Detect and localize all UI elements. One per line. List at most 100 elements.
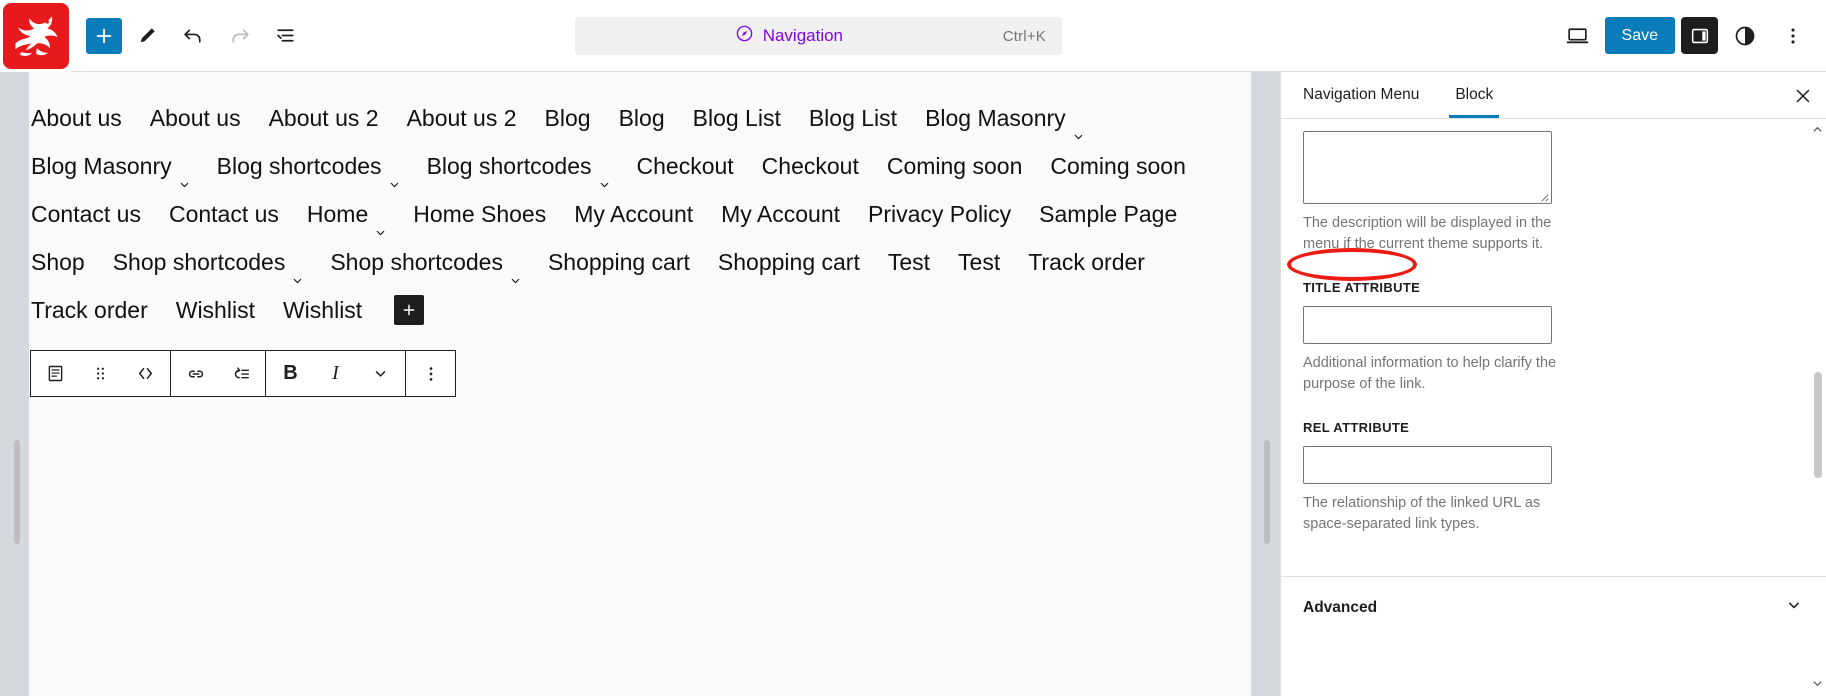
nav-menu-item-label: Sample Page [1039, 201, 1178, 227]
description-help-text: The description will be displayed in the… [1303, 215, 1552, 252]
italic-button[interactable]: I [313, 351, 358, 396]
inspector-tab-list: Navigation Menu Block [1281, 72, 1826, 119]
list-view-button[interactable] [264, 15, 306, 57]
nav-menu-item[interactable]: Blog shortcodes [217, 142, 399, 190]
nav-menu-item[interactable]: My Account [721, 190, 840, 238]
nav-menu-item-label: Blog [618, 105, 665, 131]
nav-menu-item[interactable]: About us 2 [407, 94, 517, 142]
nav-menu-item[interactable]: Blog List [809, 94, 897, 142]
site-icon-button[interactable] [0, 0, 72, 72]
submenu-icon[interactable] [218, 351, 263, 396]
wordpress-site-editor: Navigation Ctrl+K Save About us About us… [0, 0, 1826, 696]
close-icon[interactable] [1779, 72, 1826, 119]
nav-menu-item[interactable]: Wishlist [283, 286, 362, 334]
nav-menu-item[interactable]: About us [31, 94, 122, 142]
tab-block[interactable]: Block [1437, 72, 1511, 118]
nav-menu-item[interactable]: Track order [31, 286, 148, 334]
nav-menu-item[interactable]: Sample Page [1039, 190, 1177, 238]
append-block-button[interactable] [394, 295, 425, 325]
edit-pencil-tool[interactable] [126, 15, 168, 57]
nav-menu-item[interactable]: Privacy Policy [868, 190, 1011, 238]
editor-top-bar: Navigation Ctrl+K Save [0, 0, 1826, 72]
block-type-page-icon[interactable] [33, 351, 78, 396]
title-attribute-help-text: Additional information to help clarify t… [1303, 355, 1557, 392]
add-block-button[interactable] [86, 17, 122, 54]
nav-menu-item-label: My Account [721, 201, 841, 227]
nav-menu-item[interactable]: Home Shoes [413, 190, 546, 238]
nav-menu-item[interactable]: About us [150, 94, 241, 142]
nav-menu-item[interactable]: Test [958, 238, 1000, 286]
nav-menu-item[interactable]: Checkout [762, 142, 859, 190]
nav-menu-item-label: Blog List [808, 105, 898, 131]
nav-menu-item-label: Track order [1028, 249, 1145, 275]
settings-sidebar-icon[interactable] [1681, 17, 1718, 54]
inspector-scroll-up-arrow[interactable] [1810, 122, 1824, 136]
more-rich-text-chevron-icon[interactable] [358, 351, 403, 396]
nav-menu-item-label: Shopping cart [547, 249, 690, 275]
nav-menu-item[interactable]: Contact us [169, 190, 279, 238]
nav-menu-item[interactable]: Shop [31, 238, 85, 286]
nav-menu-item-label: About us [149, 105, 241, 131]
nav-menu-item[interactable]: Track order [1028, 238, 1145, 286]
block-toolbar-group-options [406, 351, 455, 396]
nav-menu-item[interactable]: Home [307, 190, 385, 238]
nav-menu-item-label: Shop shortcodes [330, 249, 503, 275]
nav-menu-item[interactable]: Shopping cart [718, 238, 860, 286]
inspector-scrollbar-thumb[interactable] [1814, 372, 1822, 478]
nav-menu-item[interactable]: Wishlist [176, 286, 255, 334]
command-center-button[interactable]: Navigation Ctrl+K [575, 17, 1062, 55]
nav-menu-item[interactable]: Test [888, 238, 930, 286]
nav-menu-item-label: Track order [31, 297, 148, 323]
chevron-down-icon [178, 159, 189, 187]
nav-menu-item[interactable]: Coming soon [1050, 142, 1186, 190]
nav-menu-item[interactable]: About us 2 [269, 94, 379, 142]
nav-menu-item[interactable]: Blog Masonry [31, 142, 189, 190]
nav-menu-item[interactable]: Blog Masonry [925, 94, 1083, 142]
nav-menu-item[interactable]: Shopping cart [548, 238, 690, 286]
undo-button[interactable] [172, 15, 214, 57]
nav-menu-item[interactable]: Coming soon [887, 142, 1023, 190]
nav-menu-item[interactable]: My Account [574, 190, 693, 238]
nav-menu-item[interactable]: Blog shortcodes [427, 142, 609, 190]
block-options-ellipsis-icon[interactable] [408, 351, 453, 396]
drag-handle-icon[interactable] [78, 351, 123, 396]
nav-menu-item[interactable]: Contact us [31, 190, 141, 238]
nav-menu-item-label: Blog Masonry [925, 105, 1066, 131]
nav-menu-item[interactable]: Checkout [637, 142, 734, 190]
nav-menu-item[interactable]: Blog [545, 94, 591, 142]
save-button[interactable]: Save [1604, 17, 1675, 54]
nav-menu-item-label: Contact us [31, 201, 141, 227]
navigation-block[interactable]: About us About us About us 2 About us 2 Blog… [29, 72, 1251, 334]
canvas-scrollbar-left[interactable] [14, 440, 20, 544]
move-arrows-icon[interactable] [123, 351, 168, 396]
advanced-panel-toggle[interactable]: Advanced [1281, 577, 1826, 638]
nav-menu-item-label: Blog List [692, 105, 781, 131]
more-options-icon[interactable] [1772, 15, 1814, 57]
link-icon[interactable] [173, 351, 218, 396]
rel-attribute-help-text: The relationship of the linked URL as sp… [1303, 495, 1541, 532]
advanced-panel-label: Advanced [1303, 598, 1378, 616]
dragon-site-logo [3, 2, 69, 69]
desktop-preview-icon[interactable] [1557, 15, 1599, 57]
nav-menu-item[interactable]: Blog [619, 94, 665, 142]
bold-button[interactable]: B [268, 351, 313, 396]
nav-menu-item-label: Test [958, 249, 1001, 275]
canvas-scrollbar-right[interactable] [1264, 440, 1270, 544]
redo-button[interactable] [218, 15, 260, 57]
chevron-down-icon [388, 159, 399, 187]
link-settings-section: The description will be displayed in the… [1281, 131, 1826, 554]
nav-menu-item[interactable]: Blog List [693, 94, 781, 142]
nav-menu-item-label: About us 2 [406, 105, 517, 131]
rel-attribute-input[interactable] [1303, 446, 1552, 485]
nav-menu-item[interactable]: Shop shortcodes [113, 238, 303, 286]
block-toolbar: B I [30, 350, 456, 397]
tab-navigation-menu[interactable]: Navigation Menu [1285, 72, 1437, 118]
inspector-scroll-down-arrow[interactable] [1810, 676, 1824, 690]
styles-contrast-icon[interactable] [1724, 15, 1766, 57]
chevron-down-icon [1072, 111, 1083, 139]
navigation-menu-list: About us About us About us 2 About us 2 Blog… [29, 94, 1251, 334]
nav-append-item [390, 295, 425, 325]
nav-menu-item[interactable]: Shop shortcodes [330, 238, 520, 286]
title-attribute-input[interactable] [1303, 306, 1552, 345]
description-textarea[interactable] [1303, 131, 1552, 204]
